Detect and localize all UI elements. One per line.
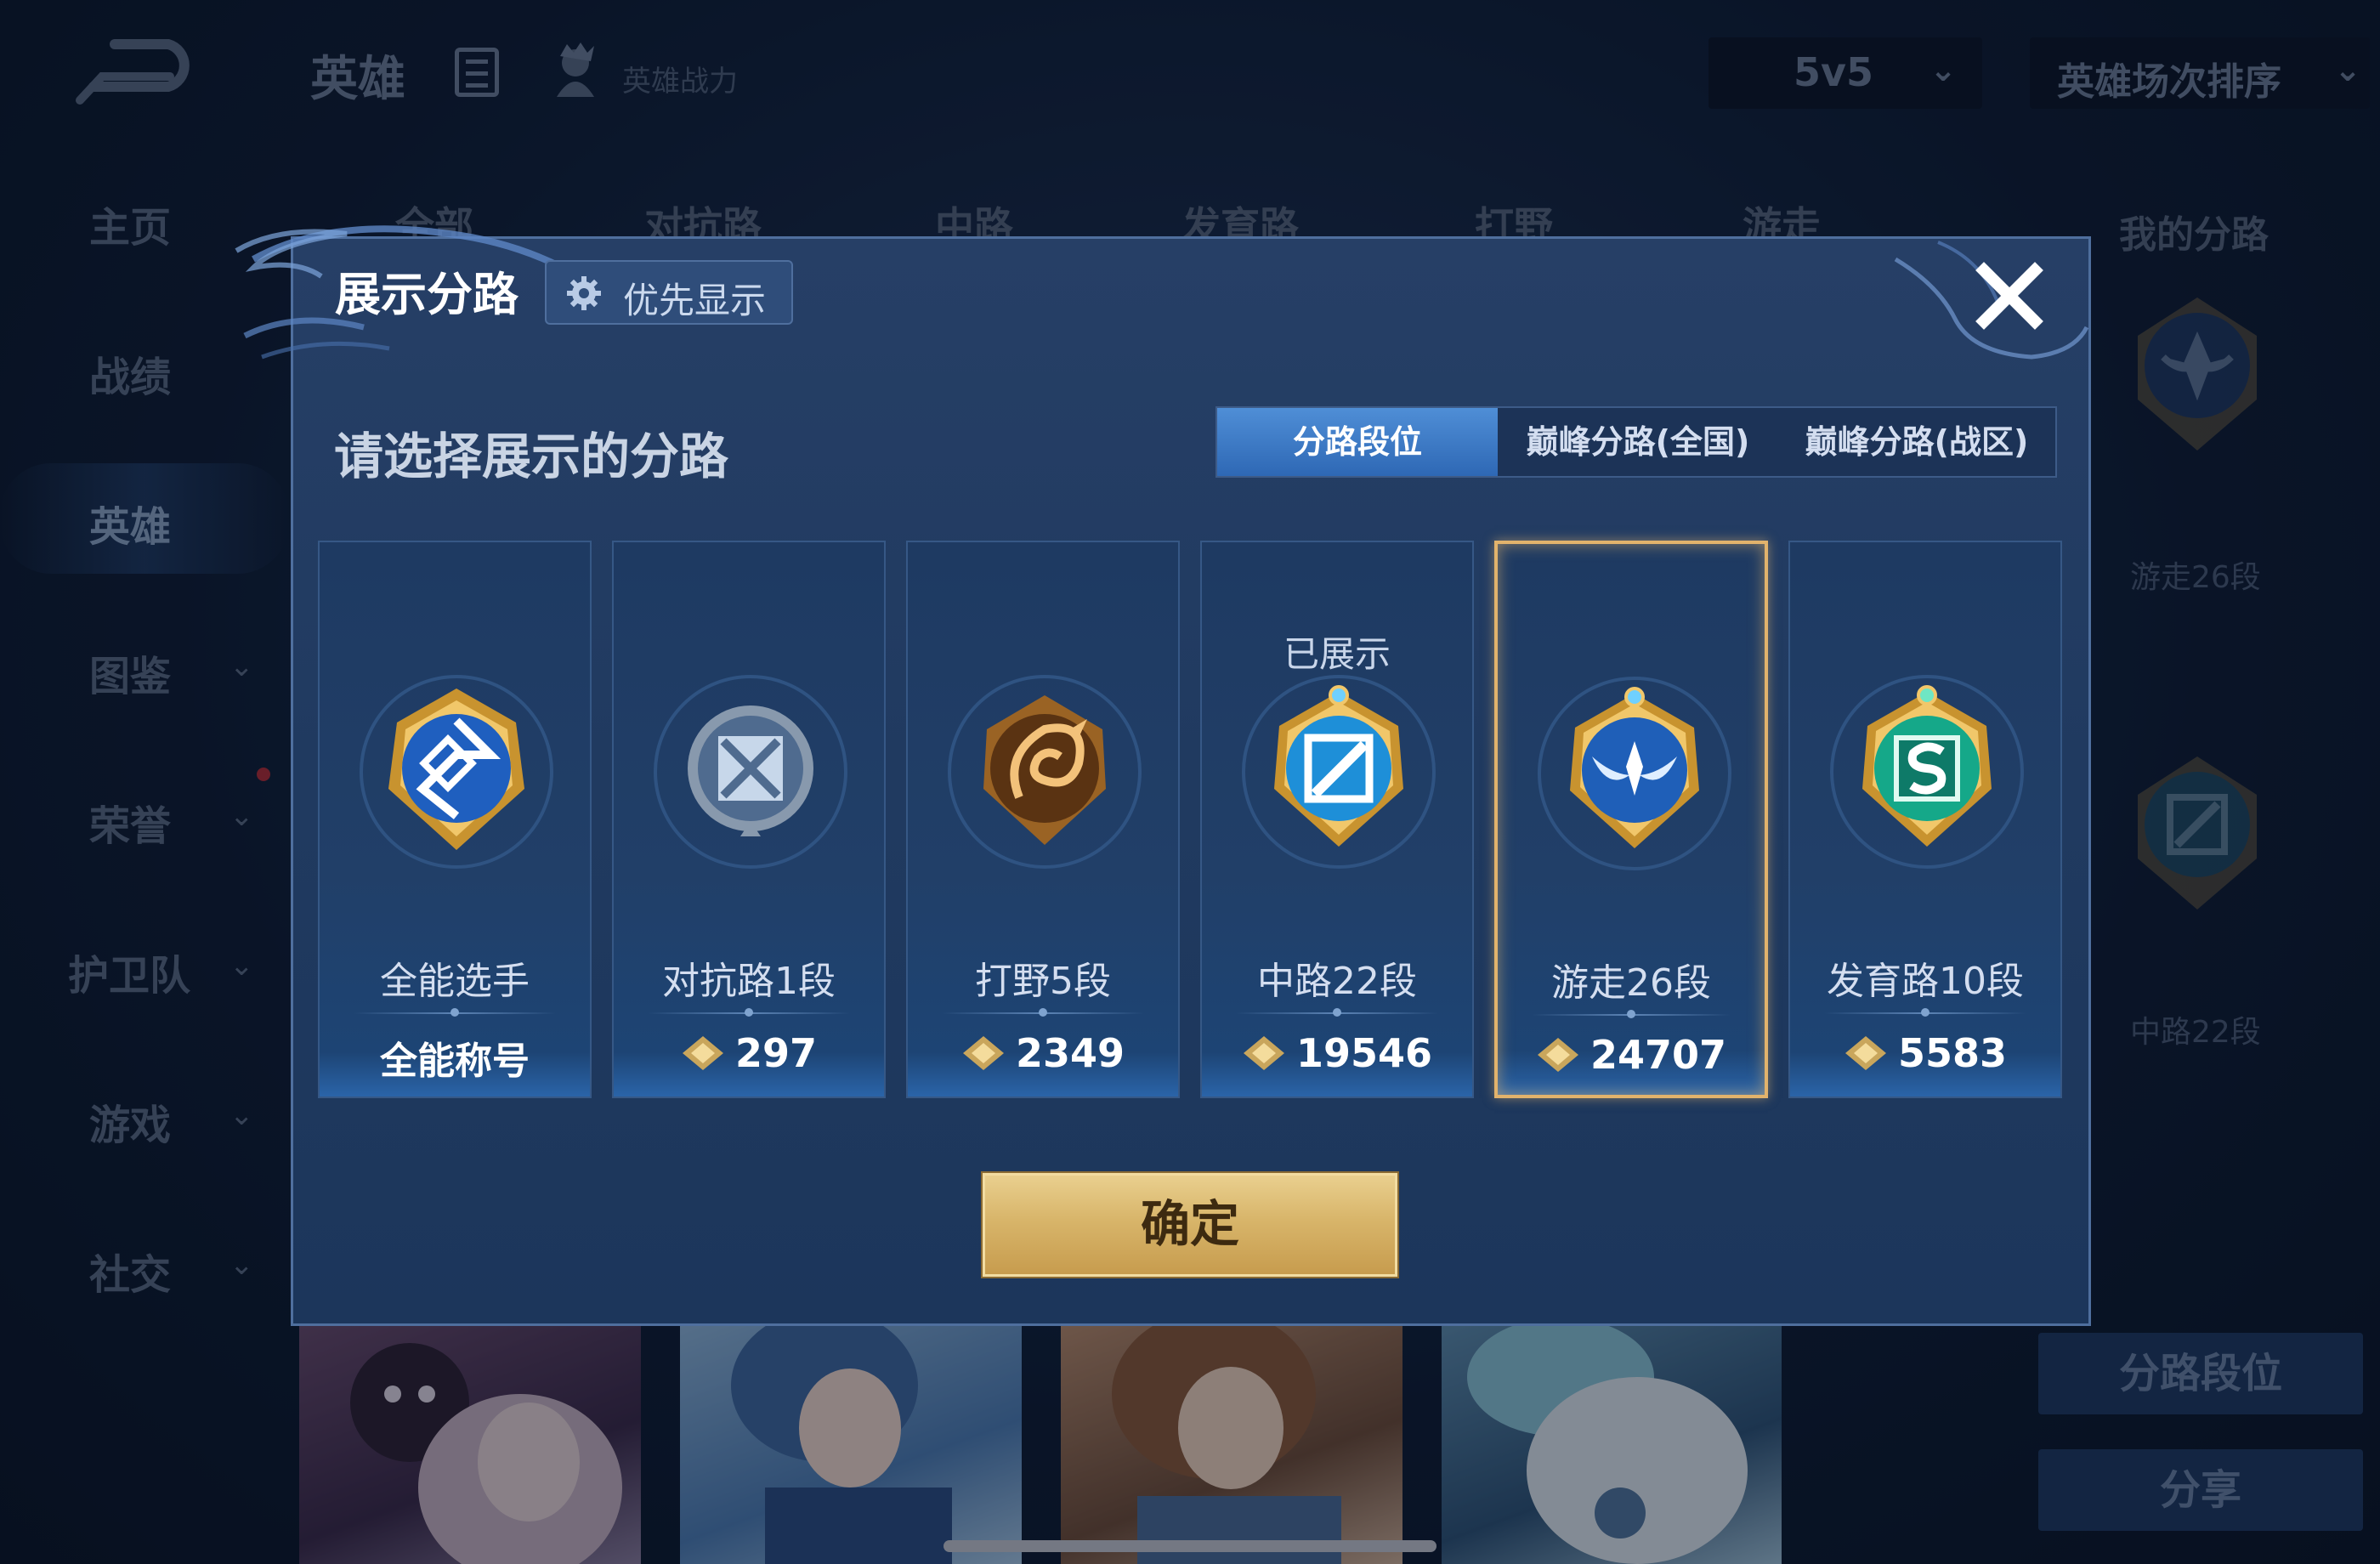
lane-card-farm[interactable]: 发育路10段 5583 <box>1788 541 2062 1098</box>
segment-peak-region[interactable]: 巅峰分路(战区) <box>1778 408 2055 476</box>
roam-badge-icon <box>1538 677 1731 870</box>
lane-card-score: 24707 <box>1498 1032 1765 1078</box>
lane-card-name: 发育路10段 <box>1827 960 2024 1003</box>
lane-card-mid[interactable]: 已展示 中路22段 19546 <box>1200 541 1474 1098</box>
lane-card-score-value: 297 <box>734 1030 818 1076</box>
modal-title: 展示分路 <box>335 268 518 321</box>
lane-card-score-value: 19546 <box>1295 1030 1433 1076</box>
card-divider <box>1532 1010 1731 1018</box>
rank-points-icon <box>682 1036 723 1070</box>
confirm-button[interactable]: 确定 <box>983 1173 1397 1277</box>
jungle-badge-icon <box>948 675 1142 869</box>
rank-points-icon <box>1844 1036 1886 1070</box>
lane-card-roam[interactable]: 游走26段 24707 <box>1494 541 1768 1098</box>
lane-card-name: 打野5段 <box>975 960 1111 1003</box>
gear-icon <box>567 276 601 310</box>
mid-lane-badge-icon <box>1242 675 1436 869</box>
all-round-badge-icon <box>360 675 553 869</box>
farm-lane-badge-icon <box>1830 675 2024 869</box>
priority-display-button[interactable]: 优先显示 <box>545 260 793 325</box>
rank-points-icon <box>1243 1036 1284 1070</box>
lane-card-all-round[interactable]: 全能选手 全能称号 <box>318 541 592 1098</box>
close-icon[interactable] <box>1969 255 2050 337</box>
lane-card-score: 297 <box>614 1030 884 1076</box>
priority-display-label: 优先显示 <box>623 280 767 321</box>
lane-card-jungle[interactable]: 打野5段 2349 <box>906 541 1180 1098</box>
lane-card-clash[interactable]: 对抗路1段 297 <box>612 541 886 1098</box>
card-divider <box>942 1008 1144 1017</box>
clash-lane-badge-icon <box>654 675 847 869</box>
lane-card-score: 5583 <box>1790 1030 2060 1076</box>
lane-card-name: 中路22段 <box>1257 960 1417 1003</box>
lane-card-name: 对抗路1段 <box>662 960 836 1003</box>
card-divider <box>354 1008 556 1017</box>
ranking-type-segmented-control: 分路段位 巅峰分路(全国) 巅峰分路(战区) <box>1216 406 2057 478</box>
lane-card-score: 19546 <box>1202 1030 1472 1076</box>
lane-card-score-value: 24707 <box>1590 1032 1727 1078</box>
card-divider <box>1824 1008 2026 1017</box>
card-divider <box>1236 1008 1438 1017</box>
lane-card-title-value: 全能称号 <box>380 1040 530 1083</box>
lane-card-score-value: 5583 <box>1897 1030 2008 1076</box>
lane-card-score: 2349 <box>908 1030 1178 1076</box>
lane-card-score-value: 2349 <box>1015 1030 1125 1076</box>
segment-lane-rank[interactable]: 分路段位 <box>1217 408 1498 476</box>
rank-points-icon <box>1537 1038 1578 1072</box>
modal-subtitle: 请选择展示的分路 <box>334 428 729 485</box>
card-divider <box>648 1008 850 1017</box>
lane-card-name: 全能选手 <box>380 960 530 1003</box>
lane-card-name: 游走26段 <box>1551 961 1711 1005</box>
segment-peak-national[interactable]: 巅峰分路(全国) <box>1498 408 1778 476</box>
rank-points-icon <box>962 1036 1004 1070</box>
